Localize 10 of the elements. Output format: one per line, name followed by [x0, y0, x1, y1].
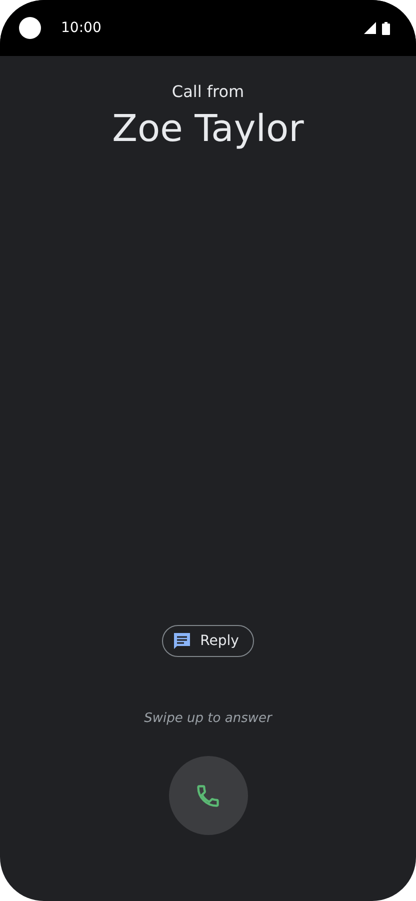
battery-icon	[382, 22, 390, 34]
call-from-label: Call from	[172, 82, 244, 101]
swipe-hint: Swipe up to answer	[144, 711, 272, 726]
status-time: 10:00	[61, 20, 102, 36]
phone-icon	[195, 782, 221, 808]
caller-name: Zoe Taylor	[112, 107, 304, 150]
reply-button[interactable]: Reply	[162, 625, 254, 657]
camera-icon	[19, 17, 41, 39]
message-icon	[172, 631, 192, 651]
signal-icon	[364, 22, 376, 34]
